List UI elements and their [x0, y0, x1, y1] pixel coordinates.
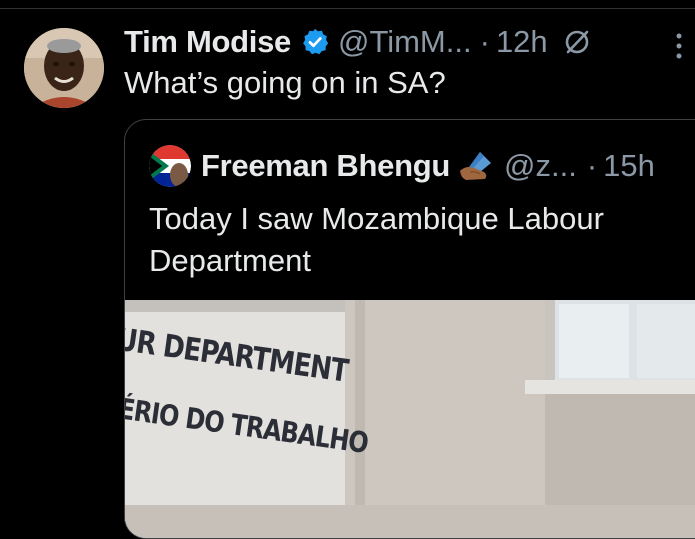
tweet-timestamp[interactable]: 12h — [496, 24, 548, 60]
tweet-text: What’s going on in SA? — [124, 65, 446, 100]
writing-hand-icon — [458, 149, 496, 183]
quoted-tweet-image[interactable]: UR DEPARTMENT ÉRIO DO TRABALHO — [125, 300, 695, 538]
tweet-header: Tim Modise @TimM... · 12h — [124, 22, 592, 62]
quoted-author-name[interactable]: Freeman Bhengu — [201, 148, 450, 184]
author-avatar[interactable] — [24, 28, 104, 108]
edited-icon — [562, 27, 592, 57]
quoted-author-avatar[interactable] — [149, 145, 191, 187]
quoted-timestamp[interactable]: 15h — [603, 148, 655, 184]
author-handle[interactable]: @TimM... — [338, 24, 472, 60]
quoted-tweet-text: Today I saw Mozambique Labour Department — [149, 201, 604, 278]
quoted-separator-dot: · — [586, 148, 598, 183]
quoted-tweet-header: Freeman Bhengu @z... · 15h — [149, 144, 655, 188]
verified-badge-icon — [300, 27, 330, 57]
tweet[interactable]: Tim Modise @TimM... · 12h What’s going o… — [0, 0, 695, 539]
separator-dot: · — [479, 24, 490, 59]
more-vertical-icon[interactable] — [672, 28, 686, 64]
quoted-tweet[interactable]: Freeman Bhengu @z... · 15h Today I saw M… — [124, 119, 695, 539]
author-name[interactable]: Tim Modise — [124, 24, 291, 60]
quoted-author-handle[interactable]: @z... — [504, 148, 577, 184]
